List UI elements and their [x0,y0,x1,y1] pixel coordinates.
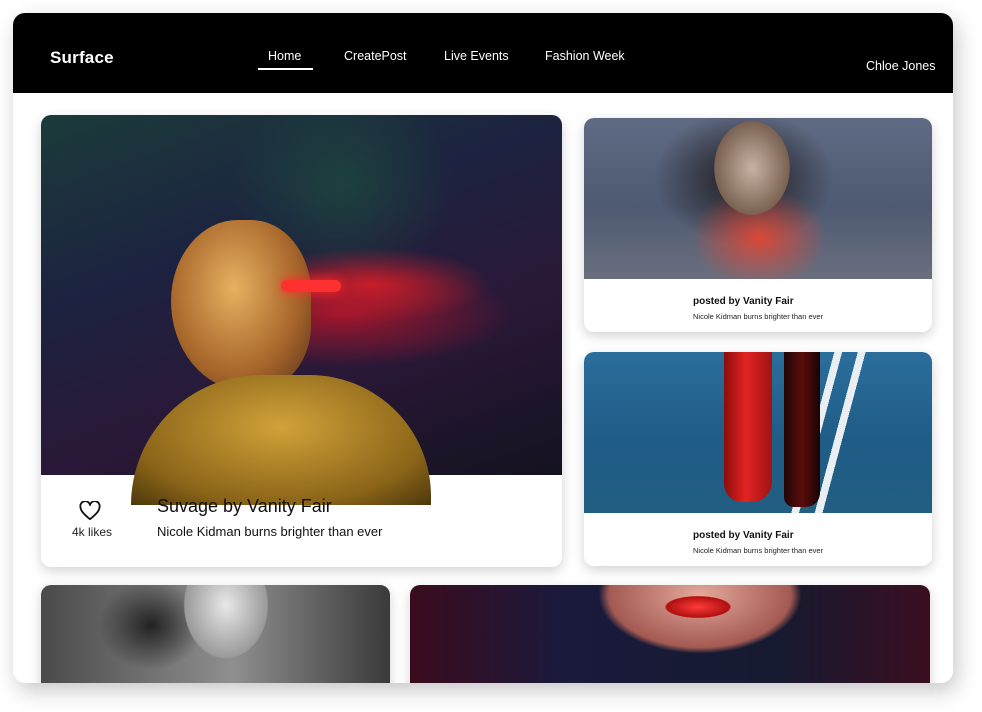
like-count: 4k likes [72,525,113,539]
user-name[interactable]: Chloe Jones [866,59,936,73]
bottom-post-image[interactable] [410,585,930,683]
nav-home[interactable]: Home [268,49,301,63]
side-post-card[interactable]: posted by Vanity Fair Nicole Kidman burn… [584,352,932,566]
featured-post-card[interactable]: 4k likes Suvage by Vanity Fair Nicole Ki… [41,115,562,567]
post-subtitle: Nicole Kidman burns brighter than ever [693,546,824,555]
side-post-card[interactable]: posted by Vanity Fair Nicole Kidman burn… [584,118,932,332]
photo-jacket [131,375,431,505]
bottom-post-image[interactable] [41,585,390,683]
featured-post-subtitle: Nicole Kidman burns brighter than ever [157,524,383,539]
side-post-image[interactable] [584,352,932,513]
post-subtitle: Nicole Kidman burns brighter than ever [693,312,824,321]
featured-post-image[interactable] [41,115,562,505]
nav-fashion-week[interactable]: Fashion Week [545,49,625,63]
bottom-post-card[interactable] [410,585,930,683]
nav-createpost[interactable]: CreatePost [344,49,407,63]
heart-icon[interactable] [79,501,101,521]
post-author: posted by Vanity Fair [693,296,794,307]
photo-red-boot [724,352,772,502]
nav-active-indicator [258,68,313,70]
bottom-post-card[interactable] [41,585,390,683]
top-navigation-bar: Surface Home CreatePost Live Events Fash… [13,13,953,93]
nav-live-events[interactable]: Live Events [444,49,509,63]
post-author: posted by Vanity Fair [693,530,794,541]
photo-red-glow [281,280,341,292]
app-window: Surface Home CreatePost Live Events Fash… [13,13,953,683]
featured-post-title[interactable]: Suvage by Vanity Fair [157,496,332,517]
brand-logo[interactable]: Surface [50,48,114,68]
side-post-image[interactable] [584,118,932,279]
photo-dark-boot [784,352,820,507]
photo-hair [171,220,311,390]
